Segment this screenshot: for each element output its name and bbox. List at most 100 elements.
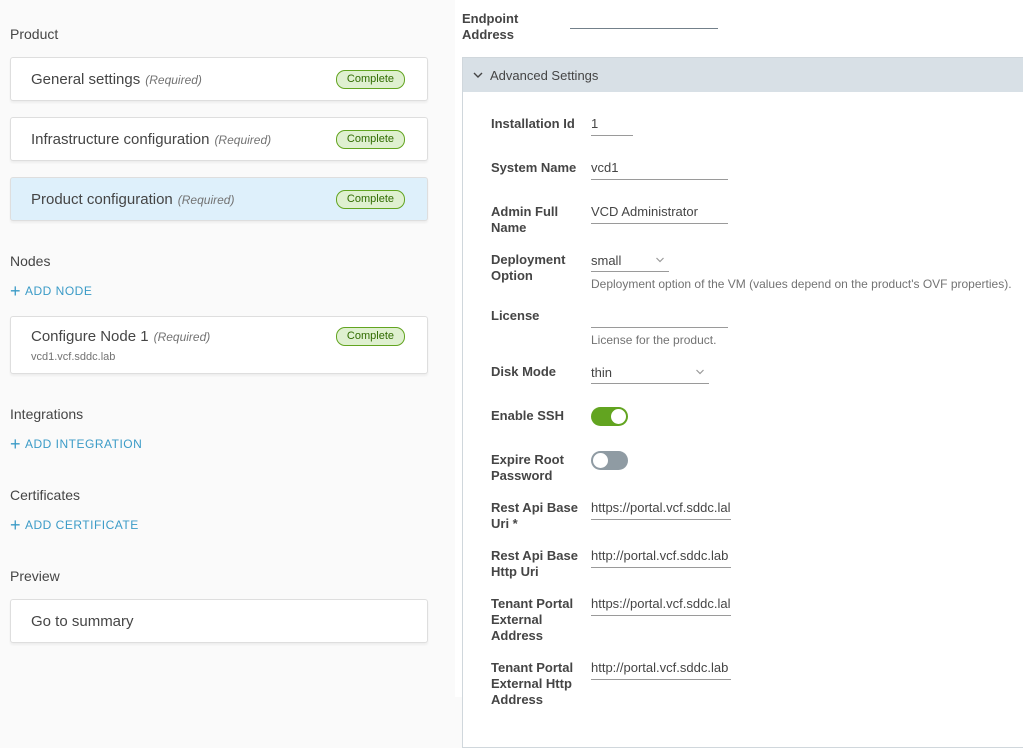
wizard-step-card-go-to-summary[interactable]: Go to summary: [10, 599, 428, 643]
field-row-installation-id: Installation Id1: [491, 113, 1012, 144]
card-title-wrap: Configure Node 1(Required): [31, 328, 210, 345]
section-title-nodes: Nodes: [10, 253, 428, 269]
field-label: Admin Full Name: [491, 201, 591, 236]
product-config-panel: Endpoint Address Advanced Settings Insta…: [455, 0, 1023, 697]
field-row-rest-api-base-http-uri: Rest Api Base Http Urihttp://portal.vcf.…: [491, 545, 1012, 580]
input-value: http://portal.vcf.sddc.lab: [591, 548, 728, 563]
field-label: Rest Api Base Uri *: [491, 497, 591, 532]
status-badge: Complete: [336, 327, 405, 346]
card-title: Configure Node 1: [31, 328, 149, 345]
field-row-license: LicenseLicense for the product.: [491, 305, 1012, 348]
chevron-down-icon: [655, 255, 665, 265]
input-rest-api-base-uri[interactable]: https://portal.vcf.sddc.lal: [591, 497, 731, 520]
field-control: http://portal.vcf.sddc.lab: [591, 657, 731, 680]
wizard-step-card-general-settings[interactable]: General settings(Required) Complete: [10, 57, 428, 101]
field-label: System Name: [491, 157, 591, 176]
input-rest-api-base-http-uri[interactable]: http://portal.vcf.sddc.lab: [591, 545, 731, 568]
section-title-product: Product: [10, 26, 428, 42]
sidebar-section-preview: Preview Go to summary: [10, 568, 428, 643]
toggle-expire-root-password[interactable]: [591, 451, 628, 470]
chevron-down-icon: [695, 367, 705, 377]
wizard-step-card-infrastructure-configuration[interactable]: Infrastructure configuration (Required) Co…: [10, 117, 428, 161]
input-tenant-portal-external-http-address[interactable]: http://portal.vcf.sddc.lab: [591, 657, 731, 680]
add-link-label: ADD INTEGRATION: [25, 437, 142, 451]
card-title-wrap: General settings(Required): [31, 71, 202, 88]
card-title: General settings: [31, 71, 140, 88]
plus-icon: +: [10, 437, 21, 451]
card-title-wrap: Product configuration (Required): [31, 191, 234, 208]
field-control: https://portal.vcf.sddc.lal: [591, 593, 731, 616]
input-value: VCD Administrator: [591, 204, 698, 219]
add-add-certificate-button[interactable]: + ADD CERTIFICATE: [10, 518, 139, 532]
field-row-tenant-portal-external-http-address: Tenant Portal External Http Addresshttp:…: [491, 657, 1012, 708]
field-control: [591, 449, 628, 470]
add-add-node-button[interactable]: +ADD NODE: [10, 284, 92, 298]
field-helper-text: License for the product.: [591, 333, 728, 348]
input-value: vcd1: [591, 160, 618, 175]
select-value: small: [591, 253, 621, 268]
field-row-deployment-option: Deployment Optionsmall Deployment option …: [491, 249, 1012, 292]
wizard-step-card-product-configuration[interactable]: Product configuration (Required) Complete: [10, 177, 428, 221]
toggle-knob: [593, 453, 608, 468]
endpoint-address-field: Endpoint Address: [462, 8, 1023, 43]
wizard-step-card-configure-node-1[interactable]: Configure Node 1(Required)Completevcd1.v…: [10, 316, 428, 374]
advanced-settings-title: Advanced Settings: [490, 68, 598, 83]
sidebar-section-nodes: Nodes +ADD NODE Configure Node 1(Required)…: [10, 253, 428, 374]
field-row-system-name: System Namevcd1: [491, 157, 1012, 188]
field-label: Disk Mode: [491, 361, 591, 380]
field-label: Installation Id: [491, 113, 591, 132]
input-admin-full-name[interactable]: VCD Administrator: [591, 201, 728, 224]
sidebar-section-integrations: Integrations + ADD INTEGRATION: [10, 406, 428, 455]
toggle-enable-ssh[interactable]: [591, 407, 628, 426]
section-title-preview: Preview: [10, 568, 428, 584]
field-label: License: [491, 305, 591, 324]
add-link-label: ADD CERTIFICATE: [25, 518, 139, 532]
sidebar-section-product: ProductGeneral settings(Required)Complet…: [10, 26, 428, 221]
endpoint-address-label: Endpoint Address: [462, 8, 570, 43]
select-value: thin: [591, 365, 612, 380]
input-installation-id[interactable]: 1: [591, 113, 633, 136]
field-label: Tenant Portal External Http Address: [491, 657, 591, 708]
card-title-wrap: Go to summary: [31, 613, 134, 630]
card-title: Infrastructure configuration: [31, 131, 209, 148]
field-helper-text: Deployment option of the VM (values depe…: [591, 277, 1012, 292]
plus-icon: +: [10, 518, 21, 532]
select-disk-mode[interactable]: thin: [591, 361, 709, 384]
input-value: http://portal.vcf.sddc.lab: [591, 660, 728, 675]
select-deployment-option[interactable]: small: [591, 249, 669, 272]
field-label: Enable SSH: [491, 405, 591, 424]
input-system-name[interactable]: vcd1: [591, 157, 728, 180]
chevron-down-icon: [472, 69, 484, 81]
field-control: http://portal.vcf.sddc.lab: [591, 545, 731, 568]
field-row-admin-full-name: Admin Full NameVCD Administrator: [491, 201, 1012, 236]
input-tenant-portal-external-address[interactable]: https://portal.vcf.sddc.lal: [591, 593, 731, 616]
field-row-expire-root-password: Expire Root Password: [491, 449, 1012, 484]
input-license[interactable]: [591, 305, 728, 328]
field-control: https://portal.vcf.sddc.lal: [591, 497, 731, 520]
card-title: Product configuration: [31, 191, 173, 208]
card-title: Go to summary: [31, 613, 134, 630]
status-badge: Complete: [336, 130, 405, 149]
status-badge: Complete: [336, 70, 405, 89]
field-control: vcd1: [591, 157, 728, 180]
field-label: Deployment Option: [491, 249, 591, 284]
required-label: (Required): [178, 193, 235, 207]
field-control: VCD Administrator: [591, 201, 728, 224]
endpoint-address-input[interactable]: [570, 8, 718, 29]
input-value: https://portal.vcf.sddc.lal: [591, 596, 730, 611]
section-title-integrations: Integrations: [10, 406, 428, 422]
advanced-settings-header[interactable]: Advanced Settings: [463, 58, 1023, 92]
add-add-integration-button[interactable]: + ADD INTEGRATION: [10, 437, 142, 451]
field-control: [591, 405, 628, 426]
field-row-tenant-portal-external-address: Tenant Portal External Addresshttps://po…: [491, 593, 1012, 644]
field-label: Expire Root Password: [491, 449, 591, 484]
field-label: Rest Api Base Http Uri: [491, 545, 591, 580]
wizard-sidebar: ProductGeneral settings(Required)Complet…: [0, 0, 455, 712]
status-badge: Complete: [336, 190, 405, 209]
plus-icon: +: [10, 284, 21, 298]
field-label: Tenant Portal External Address: [491, 593, 591, 644]
field-control: small Deployment option of the VM (values…: [591, 249, 1012, 292]
advanced-settings-body: Installation Id1 System Namevcd1 Admin Ful…: [463, 92, 1023, 747]
input-value: 1: [591, 116, 598, 131]
required-label: (Required): [214, 133, 271, 147]
